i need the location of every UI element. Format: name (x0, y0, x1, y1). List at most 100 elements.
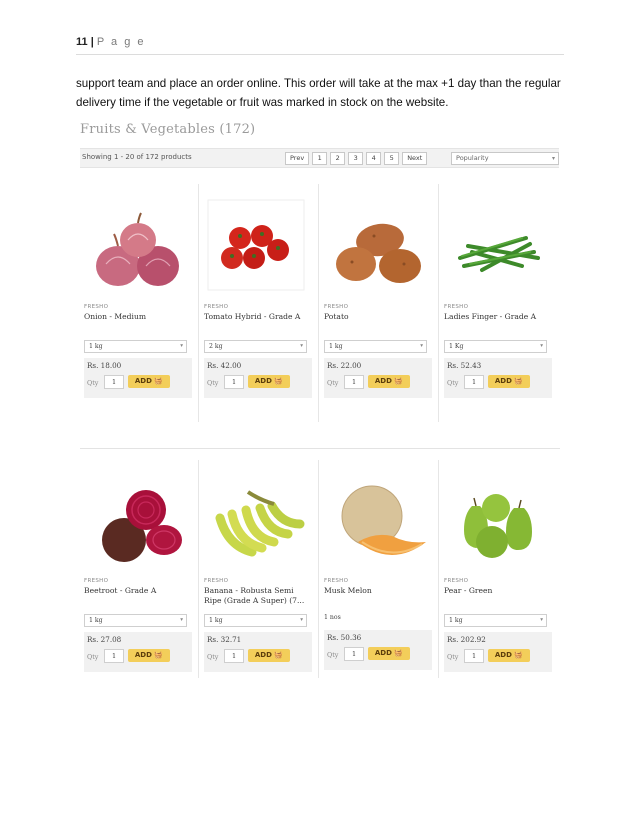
product-image-onion[interactable] (82, 196, 190, 292)
pack-size-select[interactable]: 1 Kg ▾ (444, 340, 547, 353)
product-name[interactable]: Tomato Hybrid - Grade A (204, 312, 310, 322)
column-divider (198, 460, 199, 678)
qty-label: Qty (87, 653, 99, 661)
product-name[interactable]: Onion - Medium (84, 312, 190, 322)
price-box: Rs. 18.00 Qty 1 ADD 🧺 (84, 358, 192, 398)
add-label: ADD (374, 649, 392, 657)
page-number: 11 (76, 36, 88, 48)
qty-label: Qty (447, 653, 459, 661)
product-price: Rs. 22.00 (327, 361, 362, 370)
chevron-down-icon: ▾ (551, 155, 555, 162)
page-4-button[interactable]: 4 (366, 152, 382, 165)
basket-icon: 🧺 (514, 377, 524, 385)
add-label: ADD (494, 377, 512, 385)
column-divider (438, 184, 439, 422)
product-price: Rs. 202.92 (447, 635, 486, 644)
intro-paragraph: support team and place an order online. … (76, 77, 561, 109)
pack-size-value: 1 kg (449, 617, 463, 624)
price-box: Rs. 50.36 Qty 1 ADD 🧺 (324, 630, 432, 670)
chevron-down-icon: ▾ (540, 617, 543, 623)
price-box: Rs. 32.71 Qty 1 ADD 🧺 (204, 632, 312, 672)
product-brand: FRESHO (324, 304, 349, 310)
qty-label: Qty (327, 651, 339, 659)
quantity-input[interactable]: 1 (344, 375, 364, 389)
product-card: FRESHO Tomato Hybrid - Grade A 2 kg ▾ Rs… (200, 186, 312, 416)
page-2-button[interactable]: 2 (330, 152, 346, 165)
pack-size-select[interactable]: 2 kg ▾ (204, 340, 307, 353)
product-brand: FRESHO (204, 578, 229, 584)
add-label: ADD (374, 377, 392, 385)
quantity-input[interactable]: 1 (464, 649, 484, 663)
product-name[interactable]: Potato (324, 312, 430, 322)
add-to-basket-button[interactable]: ADD 🧺 (368, 647, 410, 660)
results-count: Showing 1 - 20 of 172 products (82, 153, 192, 161)
price-box: Rs. 202.92 Qty 1 ADD 🧺 (444, 632, 552, 672)
quantity-input[interactable]: 1 (224, 649, 244, 663)
product-image-tomato[interactable] (202, 196, 310, 292)
pack-size-value: 2 kg (209, 343, 223, 350)
next-page-button[interactable]: Next (402, 152, 428, 165)
basket-icon: 🧺 (154, 377, 164, 385)
pagination: Prev 1 2 3 4 5 Next (285, 152, 428, 165)
product-card: FRESHO Onion - Medium 1 kg ▾ Rs. 18.00 Q… (80, 186, 192, 416)
quantity-input[interactable]: 1 (224, 375, 244, 389)
price-box: Rs. 42.00 Qty 1 ADD 🧺 (204, 358, 312, 398)
column-divider (318, 184, 319, 422)
chevron-down-icon: ▾ (300, 343, 303, 349)
add-label: ADD (254, 377, 272, 385)
sort-select[interactable]: Popularity ▾ (451, 152, 559, 165)
column-divider (438, 460, 439, 678)
product-name[interactable]: Ladies Finger - Grade A (444, 312, 550, 322)
qty-label: Qty (87, 379, 99, 387)
product-brand: FRESHO (324, 578, 349, 584)
pack-size-select[interactable]: 1 kg ▾ (84, 614, 187, 627)
pack-size-select[interactable]: 1 kg ▾ (204, 614, 307, 627)
page-5-button[interactable]: 5 (384, 152, 400, 165)
pack-size-select[interactable]: 1 kg ▾ (444, 614, 547, 627)
product-brand: FRESHO (84, 304, 109, 310)
product-image-melon[interactable] (322, 470, 430, 566)
price-box: Rs. 52.43 Qty 1 ADD 🧺 (444, 358, 552, 398)
pack-size-value: 1 kg (329, 343, 343, 350)
product-image-beetroot[interactable] (82, 470, 190, 566)
column-divider (198, 184, 199, 422)
product-name[interactable]: Pear - Green (444, 586, 550, 596)
product-image-okra[interactable] (442, 196, 550, 292)
pack-size-select[interactable]: 1 kg ▾ (84, 340, 187, 353)
chevron-down-icon: ▾ (300, 617, 303, 623)
quantity-input[interactable]: 1 (464, 375, 484, 389)
add-to-basket-button[interactable]: ADD 🧺 (248, 375, 290, 388)
store-screenshot: Fruits & Vegetables (172) Showing 1 - 20… (80, 118, 560, 683)
add-to-basket-button[interactable]: ADD 🧺 (488, 375, 530, 388)
quantity-input[interactable]: 1 (104, 375, 124, 389)
add-to-basket-button[interactable]: ADD 🧺 (368, 375, 410, 388)
product-name[interactable]: Banana - Robusta Semi Ripe (Grade A Supe… (204, 586, 310, 606)
qty-label: Qty (447, 379, 459, 387)
product-price: Rs. 27.08 (87, 635, 122, 644)
page-3-button[interactable]: 3 (348, 152, 364, 165)
add-to-basket-button[interactable]: ADD 🧺 (248, 649, 290, 662)
product-image-banana[interactable] (202, 470, 310, 566)
basket-icon: 🧺 (154, 651, 164, 659)
product-brand: FRESHO (444, 578, 469, 584)
product-name[interactable]: Beetroot - Grade A (84, 586, 190, 596)
add-to-basket-button[interactable]: ADD 🧺 (488, 649, 530, 662)
prev-page-button[interactable]: Prev (285, 152, 310, 165)
product-image-potato[interactable] (322, 196, 430, 292)
page-1-button[interactable]: 1 (312, 152, 328, 165)
row-divider (80, 448, 560, 449)
product-card: FRESHO Beetroot - Grade A 1 kg ▾ Rs. 27.… (80, 460, 192, 690)
quantity-input[interactable]: 1 (344, 647, 364, 661)
product-image-pear[interactable] (442, 470, 550, 566)
quantity-input[interactable]: 1 (104, 649, 124, 663)
add-to-basket-button[interactable]: ADD 🧺 (128, 375, 170, 388)
add-label: ADD (134, 651, 152, 659)
pack-size-select[interactable]: 1 kg ▾ (324, 340, 427, 353)
product-name[interactable]: Musk Melon (324, 586, 430, 596)
basket-icon: 🧺 (394, 377, 404, 385)
product-card: FRESHO Pear - Green 1 kg ▾ Rs. 202.92 Qt… (440, 460, 552, 690)
page-header: 11 | P a g e (76, 36, 564, 55)
add-to-basket-button[interactable]: ADD 🧺 (128, 649, 170, 662)
product-price: Rs. 18.00 (87, 361, 122, 370)
add-label: ADD (254, 651, 272, 659)
